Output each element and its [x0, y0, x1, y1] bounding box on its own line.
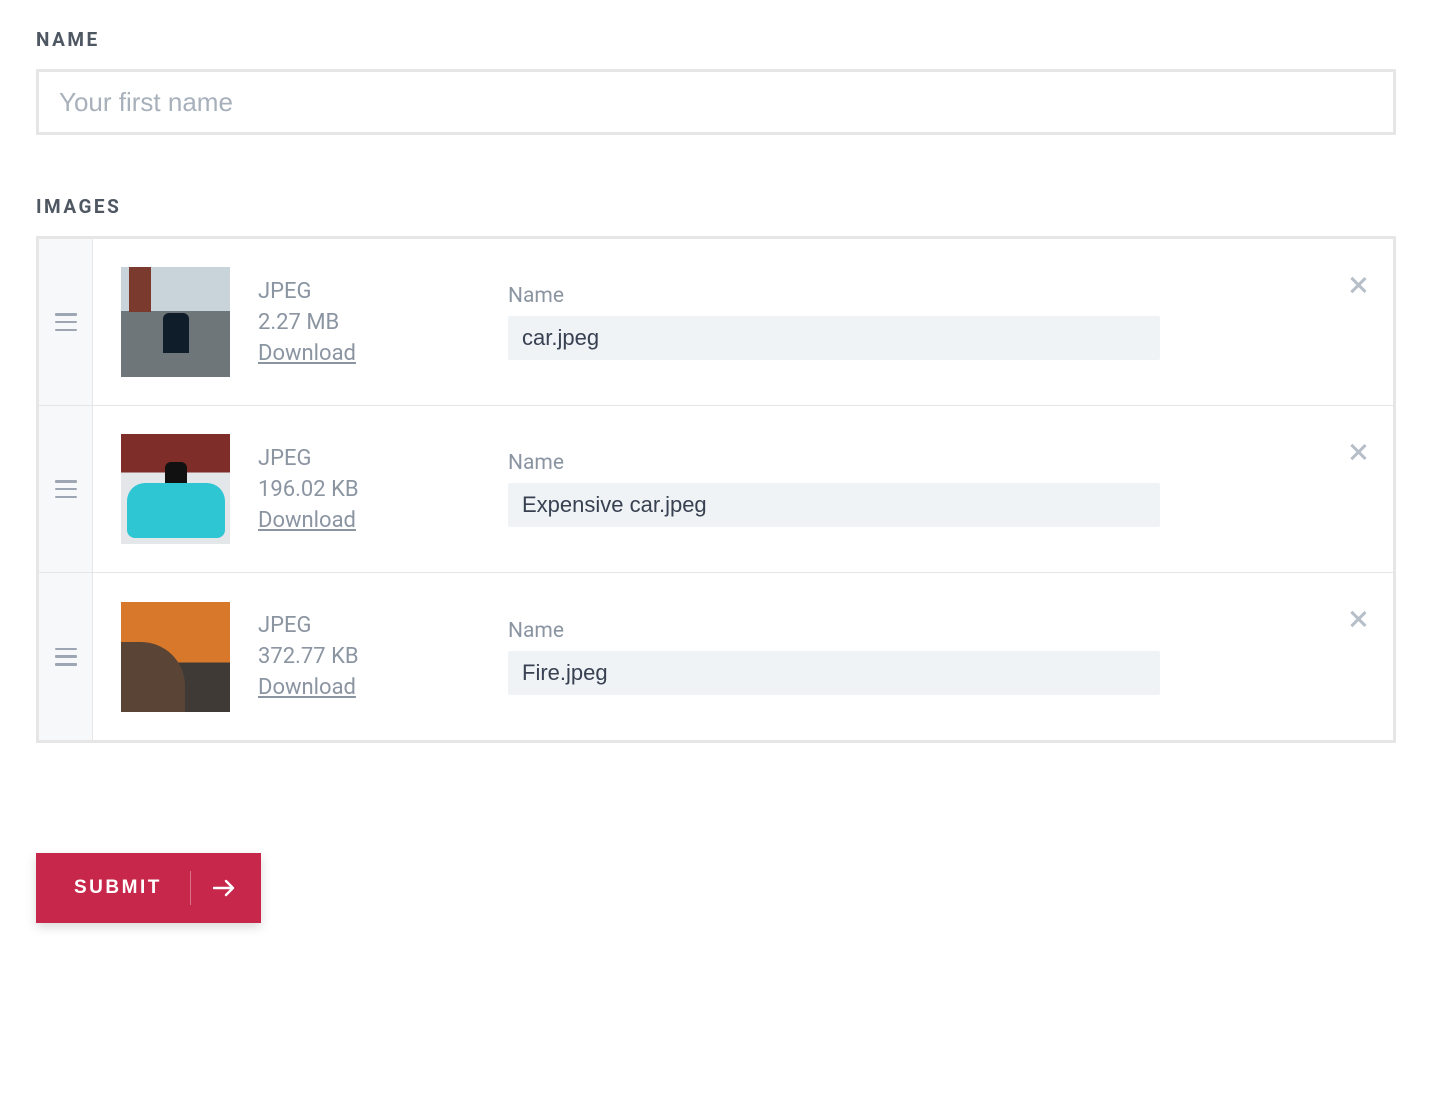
images-container: JPEG 2.27 MB Download Name JPEG 196.02	[36, 236, 1396, 743]
close-icon[interactable]	[1348, 442, 1368, 462]
file-name-group: Name	[508, 239, 1323, 405]
image-row: JPEG 2.27 MB Download Name	[39, 239, 1393, 406]
file-meta: JPEG 372.77 KB Download	[258, 573, 508, 740]
file-name-input[interactable]	[508, 651, 1160, 695]
drag-icon	[55, 480, 77, 498]
image-row: JPEG 196.02 KB Download Name	[39, 406, 1393, 573]
thumbnail-cell	[93, 239, 258, 405]
file-name-input[interactable]	[508, 316, 1160, 360]
remove-cell	[1323, 239, 1393, 405]
file-name-input[interactable]	[508, 483, 1160, 527]
file-name-label: Name	[508, 284, 1323, 308]
name-label: NAME	[36, 28, 1396, 51]
close-icon[interactable]	[1348, 609, 1368, 629]
drag-handle[interactable]	[39, 406, 93, 572]
file-type: JPEG	[258, 446, 508, 471]
image-thumbnail[interactable]	[121, 267, 230, 377]
thumbnail-cell	[93, 406, 258, 572]
file-meta: JPEG 2.27 MB Download	[258, 239, 508, 405]
file-name-label: Name	[508, 451, 1323, 475]
download-link[interactable]: Download	[258, 341, 356, 366]
drag-icon	[55, 648, 77, 666]
download-link[interactable]: Download	[258, 508, 356, 533]
file-size: 372.77 KB	[258, 644, 508, 669]
remove-cell	[1323, 406, 1393, 572]
arrow-right-icon	[213, 879, 235, 897]
image-thumbnail[interactable]	[121, 602, 230, 712]
images-label: IMAGES	[36, 195, 1396, 218]
file-name-group: Name	[508, 573, 1323, 740]
file-meta: JPEG 196.02 KB Download	[258, 406, 508, 572]
name-field-group: NAME	[36, 28, 1396, 135]
file-type: JPEG	[258, 613, 508, 638]
image-row: JPEG 372.77 KB Download Name	[39, 573, 1393, 740]
drag-handle[interactable]	[39, 573, 93, 740]
submit-label: SUBMIT	[74, 877, 162, 899]
close-icon[interactable]	[1348, 275, 1368, 295]
file-name-group: Name	[508, 406, 1323, 572]
file-size: 196.02 KB	[258, 477, 508, 502]
remove-cell	[1323, 573, 1393, 740]
file-size: 2.27 MB	[258, 310, 508, 335]
drag-handle[interactable]	[39, 239, 93, 405]
file-type: JPEG	[258, 279, 508, 304]
image-thumbnail[interactable]	[121, 434, 230, 544]
submit-divider	[190, 871, 191, 905]
images-field-group: IMAGES JPEG 2.27 MB Download Name	[36, 195, 1396, 743]
first-name-input[interactable]	[36, 69, 1396, 135]
thumbnail-cell	[93, 573, 258, 740]
file-name-label: Name	[508, 619, 1323, 643]
download-link[interactable]: Download	[258, 675, 356, 700]
submit-button[interactable]: SUBMIT	[36, 853, 261, 923]
drag-icon	[55, 313, 77, 331]
